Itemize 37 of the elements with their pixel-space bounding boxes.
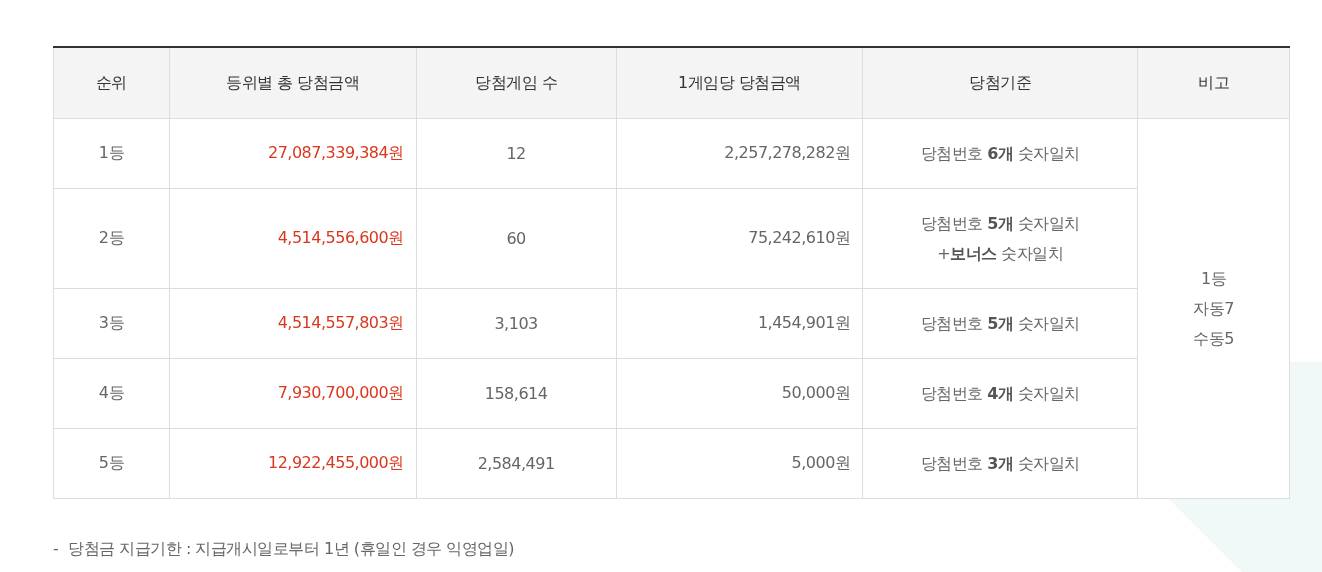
table-cell: 4등 <box>53 358 170 429</box>
bullet: - <box>53 539 59 560</box>
column-header: 비고 <box>1137 47 1290 119</box>
table-cell: 12 <box>416 118 616 189</box>
table-cell: 5,000원 <box>616 428 863 499</box>
column-header: 등위별 총 당첨금액 <box>169 47 417 119</box>
criteria-text: 당첨번호 5개 숫자일치 <box>919 212 1081 235</box>
criteria-text: 당첨번호 3개 숫자일치 <box>919 452 1081 475</box>
table-cell: 2,584,491 <box>416 428 616 499</box>
table-cell: 4,514,556,600원 <box>169 188 417 289</box>
table-cell: 12,922,455,000원 <box>169 428 417 499</box>
table-cell: 75,242,610원 <box>616 188 863 289</box>
column-header: 당첨기준 <box>862 47 1138 119</box>
remark-text: 1등 <box>1199 267 1228 290</box>
criteria-text: +보너스 숫자일치 <box>936 242 1065 265</box>
table-cell: 27,087,339,384원 <box>169 118 417 189</box>
table-cell: 5등 <box>53 428 170 499</box>
column-header: 당첨게임 수 <box>416 47 616 119</box>
remark-text: 자동7 <box>1192 297 1235 320</box>
table-cell: 3등 <box>53 288 170 359</box>
table-cell: 7,930,700,000원 <box>169 358 417 429</box>
table-cell: 2,257,278,282원 <box>616 118 863 189</box>
criteria-text: 당첨번호 6개 숫자일치 <box>919 142 1081 165</box>
table-cell: 1,454,901원 <box>616 288 863 359</box>
column-header: 순위 <box>53 47 170 119</box>
criteria-text: 당첨번호 4개 숫자일치 <box>919 382 1081 405</box>
criteria-text: 당첨번호 5개 숫자일치 <box>919 312 1081 335</box>
table-cell: 50,000원 <box>616 358 863 429</box>
table-cell: 1등 <box>53 118 170 189</box>
table-cell: 2등 <box>53 188 170 289</box>
table-cell: 3,103 <box>416 288 616 359</box>
table-cell: 158,614 <box>416 358 616 429</box>
table-cell: 4,514,557,803원 <box>169 288 417 359</box>
column-header: 1게임당 당첨금액 <box>616 47 863 119</box>
remark-text: 수동5 <box>1192 327 1235 350</box>
table-cell: 60 <box>416 188 616 289</box>
note-text: 당첨금 지급기한 : 지급개시일로부터 1년 (휴일인 경우 익영업일) <box>68 539 514 560</box>
